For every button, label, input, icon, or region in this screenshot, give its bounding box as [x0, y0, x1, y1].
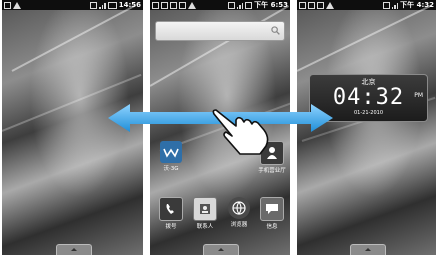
mail-icon [161, 1, 168, 9]
clock-ampm: PM [414, 92, 423, 99]
app-drawer-tab[interactable] [55, 244, 92, 255]
app-label: 联系人 [196, 224, 214, 230]
app-label: 信息 [266, 224, 278, 230]
warning-icon [326, 1, 334, 9]
app-label: 浏览器 [230, 222, 248, 228]
sim-icon [152, 1, 159, 9]
sim-icon [299, 1, 306, 9]
status-bar: 下午 6:53 [150, 0, 290, 10]
contacts-icon [193, 197, 217, 221]
warning-icon [13, 1, 21, 9]
alarm-icon [245, 1, 253, 9]
wo-3g-icon [160, 141, 182, 163]
app-drawer-tab[interactable] [349, 244, 386, 255]
search-widget[interactable] [155, 21, 285, 41]
app-wo-3g[interactable]: 沃·3G [153, 141, 189, 172]
wallpaper [297, 4, 436, 255]
app-contacts[interactable]: 联系人 [187, 197, 223, 230]
network-icon [227, 1, 235, 9]
signal-icon [391, 2, 399, 9]
usb-icon [317, 1, 324, 9]
app-label: 拨号 [165, 224, 177, 230]
search-input[interactable] [156, 22, 284, 40]
status-bar: 14:56 [2, 0, 143, 10]
battery-icon [107, 1, 117, 9]
usb-icon [4, 1, 11, 9]
app-label: 沃·3G [163, 166, 179, 172]
signal-icon [99, 2, 106, 9]
chat-icon [308, 1, 315, 9]
chat-icon [170, 1, 177, 9]
app-browser[interactable]: 浏览器 [221, 197, 257, 228]
network-icon [382, 1, 390, 9]
status-bar: 下午 4:32 [297, 0, 436, 10]
phone-icon [159, 197, 183, 221]
app-dialer[interactable]: 拨号 [153, 197, 189, 230]
pointing-hand-icon [212, 109, 269, 155]
globe-icon [228, 197, 250, 219]
network-icon [90, 1, 98, 9]
app-messages[interactable]: 信息 [254, 197, 290, 230]
message-icon [260, 197, 284, 221]
usb-icon [179, 1, 186, 9]
wallpaper [2, 4, 143, 255]
signal-icon [236, 2, 244, 9]
app-label: 手机营业厅 [258, 168, 286, 174]
warning-icon [188, 1, 196, 9]
app-drawer-tab[interactable] [203, 244, 239, 255]
search-icon[interactable] [271, 26, 280, 35]
